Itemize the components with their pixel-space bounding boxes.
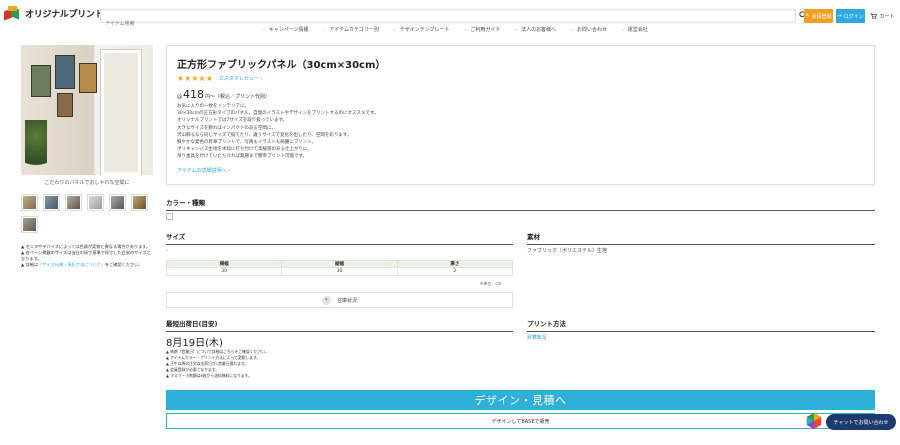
color-option[interactable]	[166, 213, 173, 220]
table-header: 厚さ	[396, 260, 514, 268]
note-line: ▲ 各ページ掲載のサイズは当社の採寸基準で採寸した目安のサイズとなります。	[21, 250, 151, 261]
size-value: -	[166, 248, 168, 254]
cart-button[interactable]: カート	[868, 9, 897, 23]
ship-date-value: 8月19日(木)	[166, 338, 223, 349]
chevron-down-icon: ⌵	[262, 27, 266, 33]
table-header: 縦幅	[281, 260, 398, 268]
nav-item-corporate[interactable]: ⌵ 法人のお客様へ	[514, 26, 556, 33]
note-line: ▲ 詳細は「サイズ仕様・表記寸法について」をご確認ください。	[21, 262, 143, 267]
design-estimate-button[interactable]: デザイン・見積へ	[166, 390, 875, 410]
table-header: 横幅	[165, 260, 283, 268]
logo-mark-icon	[4, 6, 22, 21]
note-line: ▲ マスク・小物類は6枚から送料無料になります。	[166, 373, 252, 378]
lightbulb-icon: ✦	[321, 295, 331, 305]
chat-avatar-icon[interactable]	[805, 412, 823, 430]
image-notes: ▲ モニタやデバイスによっては色調が実物と異なる場合があります。 ▲ 各ページ掲…	[21, 244, 153, 268]
print-method-heading: プリント方法	[527, 318, 875, 332]
thumbnail[interactable]	[109, 194, 126, 211]
image-caption: こだわりのパネルでおしゃれな空間に	[44, 180, 130, 186]
ship-notes: ▲ 納期（営業日）について詳細はこちらをご確認ください。 ▲ アイテムカラー・プ…	[166, 349, 513, 379]
thumbnail[interactable]	[87, 194, 104, 211]
pencil-icon: ✎	[805, 13, 810, 19]
product-summary-card: 正方形ファブリックパネル（30cm×30cm） ★★★★★ カスタマレビュー ›…	[166, 45, 875, 185]
chevron-down-icon: ⌵	[570, 27, 574, 33]
nav-item-guide[interactable]: ⌵ ご利用ガイド	[464, 26, 501, 33]
color-heading: カラー・種類	[166, 197, 875, 211]
cart-icon	[870, 13, 878, 19]
price-suffix: 円～（税込／プリント代別）	[205, 94, 271, 100]
ship-date-heading: 最短出荷日(目安)	[166, 318, 513, 332]
material-heading: 素材	[527, 231, 875, 245]
unit-note: ※単位：cm	[480, 281, 502, 286]
size-spec-link[interactable]: 「サイズ仕様・表記寸法について」	[38, 262, 105, 267]
login-button[interactable]: ⇥ ログイン	[836, 9, 865, 23]
print-method-link[interactable]: 昇華転写	[527, 334, 547, 341]
material-value: ファブリック（ポリエステル）生地	[527, 248, 608, 254]
nav-item-templates[interactable]: ⌵ デザインテンプレート	[393, 26, 450, 33]
review-link[interactable]: カスタマレビュー ›	[219, 75, 263, 82]
table-cell: 2	[396, 267, 514, 276]
price-value: 418	[183, 88, 204, 101]
thumbnail-list	[21, 194, 153, 233]
table-cell: 30	[281, 267, 398, 276]
thumbnail[interactable]	[65, 194, 82, 211]
price: @ 418 円～（税込／プリント代別）	[177, 88, 271, 101]
chevron-down-icon: ⌵	[620, 27, 625, 33]
main-nav: ⌵ キャンペーン情報 ⌵ アイテムカテゴリー別 ⌵ デザインテンプレート ⌵ ご利用ガイ…	[262, 26, 648, 33]
nav-item-categories[interactable]: ⌵ アイテムカテゴリー別	[323, 26, 379, 33]
table-row: 30 30 2	[165, 267, 514, 276]
login-icon: ⇥	[837, 13, 842, 19]
chevron-down-icon: ⌵	[514, 27, 519, 33]
site-header: オリジナルプリント.jp ✎ 会員登録 ⇥ ログイン カート ⌵キャンペーン情報…	[0, 0, 900, 36]
stock-status-button[interactable]: ✦ 在庫状況	[166, 292, 513, 308]
nav-item-company[interactable]: ⌵ 運営会社	[621, 26, 648, 33]
product-description: お気に入りの一枚をインテリアに。 30×30cmの正方形タイプのパネル。自慢のイ…	[177, 104, 379, 160]
star-rating-icon: ★★★★★	[177, 74, 213, 83]
register-button[interactable]: ✎ 会員登録	[804, 9, 833, 23]
size-table: 横幅 縦幅 厚さ 30 30 2	[165, 260, 514, 276]
base-sell-button[interactable]: デザインしてBASEで販売	[166, 413, 875, 429]
product-title: 正方形ファブリックパネル（30cm×30cm）	[177, 60, 386, 71]
search-box	[100, 9, 807, 30]
thumbnail[interactable]	[21, 216, 38, 233]
thumbnail[interactable]	[21, 194, 38, 211]
chevron-down-icon: ⌵	[392, 27, 397, 33]
item-detail-link[interactable]: アイテムの詳細説明へ ›	[177, 167, 230, 174]
rating: ★★★★★ カスタマレビュー ›	[177, 74, 262, 83]
nav-item-campaign[interactable]: ⌵ キャンペーン情報	[262, 26, 309, 33]
site-logo[interactable]: オリジナルプリント.jp	[4, 6, 116, 21]
product-main-image[interactable]	[21, 45, 153, 175]
nav-item-contact[interactable]: ⌵ お問い合わせ	[570, 26, 607, 33]
thumbnail[interactable]	[43, 194, 60, 211]
chevron-down-icon: ⌵	[463, 27, 468, 33]
table-cell: 30	[165, 267, 283, 276]
thumbnail[interactable]	[131, 194, 148, 211]
size-heading: サイズ	[166, 231, 513, 245]
chevron-down-icon: ⌵	[322, 27, 327, 33]
chat-inquiry-button[interactable]: チャットでお問い合わせ	[826, 414, 896, 430]
